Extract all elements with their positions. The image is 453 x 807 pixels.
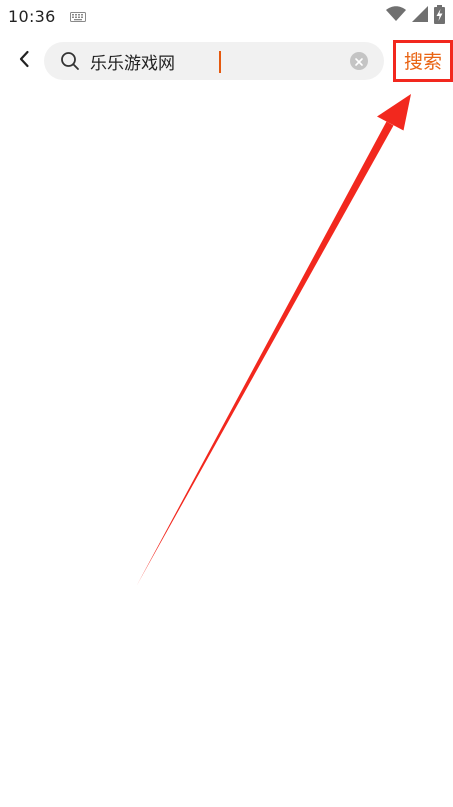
search-input[interactable] — [90, 48, 340, 74]
clear-button[interactable] — [350, 52, 368, 70]
back-button[interactable] — [8, 45, 40, 77]
search-header: 搜索 — [0, 38, 453, 84]
search-icon — [60, 51, 80, 71]
search-submit-highlight: 搜索 — [393, 40, 453, 82]
status-right — [386, 4, 445, 28]
search-box[interactable] — [44, 42, 384, 80]
text-caret — [219, 51, 221, 73]
battery-charging-icon — [434, 4, 445, 28]
status-left: 10:36 — [8, 7, 86, 26]
search-submit-button[interactable]: 搜索 — [398, 50, 448, 74]
screen: 10:36 乐乐游戏网 搜索 — [0, 0, 453, 807]
status-bar: 10:36 — [0, 0, 453, 32]
keyboard-icon — [69, 7, 86, 26]
annotation-arrow — [137, 94, 411, 585]
wifi-icon — [386, 6, 406, 26]
status-time: 10:36 — [8, 6, 56, 26]
signal-icon — [412, 6, 428, 26]
back-arrow-icon — [18, 50, 30, 72]
clear-icon — [354, 52, 364, 71]
